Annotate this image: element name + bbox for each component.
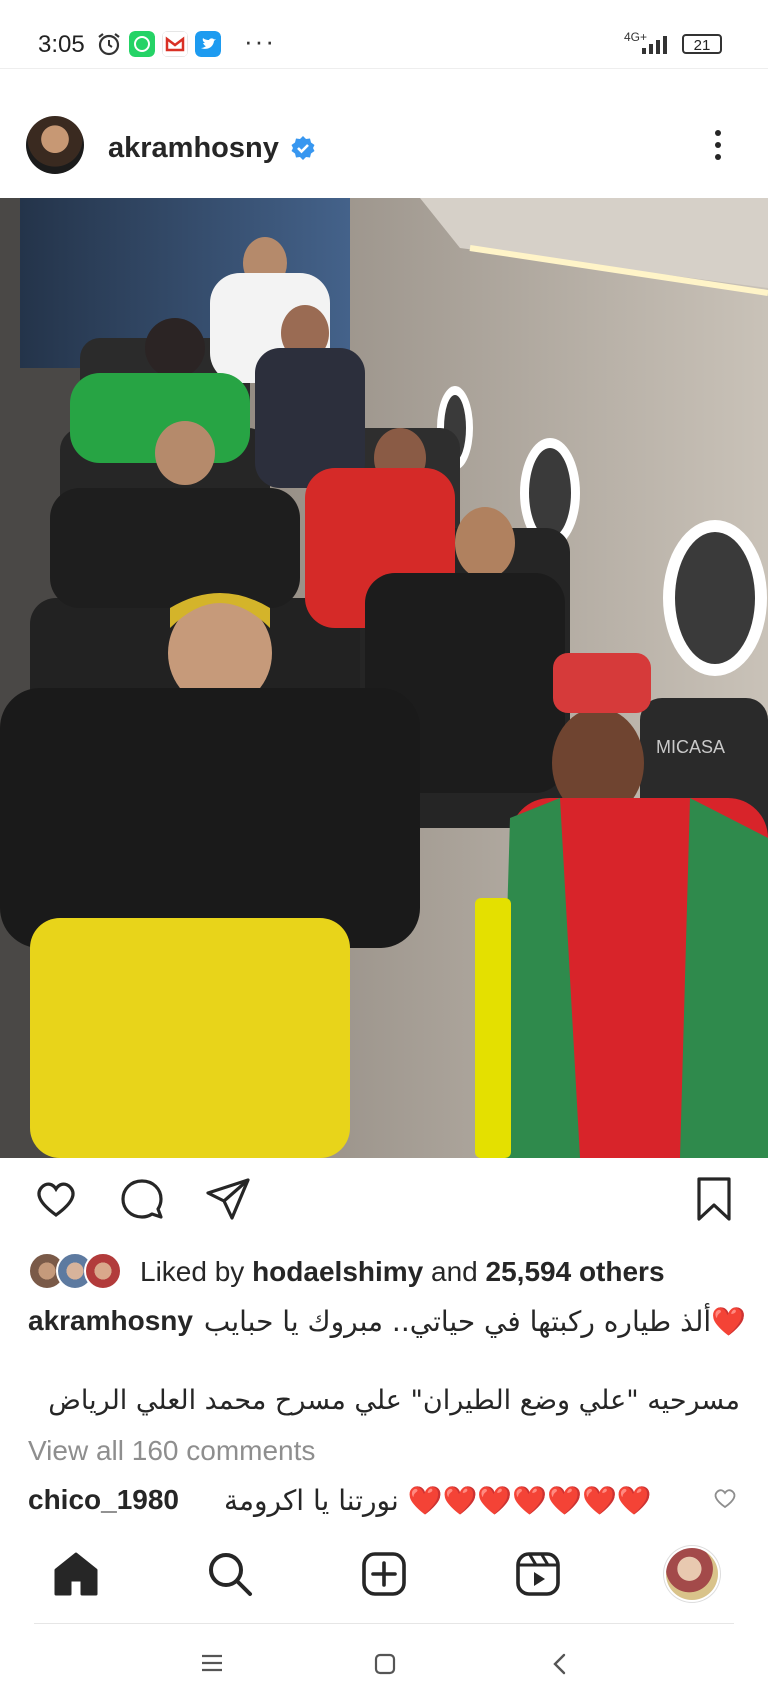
twitter-icon <box>195 31 221 57</box>
gmail-icon <box>162 31 188 57</box>
likes-text: Liked by hodaelshimy and 25,594 others <box>140 1256 665 1288</box>
liker-avatar <box>84 1252 122 1290</box>
comment-row: chico_1980 ❤️❤️❤️❤️❤️❤️❤️ نورتنا يا اكرو… <box>28 1478 738 1522</box>
status-time: 3:05 <box>38 31 85 58</box>
reels-icon[interactable] <box>512 1548 564 1600</box>
likes-middle: and <box>423 1256 486 1287</box>
save-bookmark-icon[interactable] <box>690 1175 738 1223</box>
post-actions <box>0 1175 768 1231</box>
status-bar: 3:05 ··· 4G+ 21 <box>0 0 768 68</box>
likes-count[interactable]: 25,594 others <box>486 1256 665 1287</box>
home-icon[interactable] <box>50 1548 102 1600</box>
nav-separator <box>34 1623 734 1624</box>
share-send-icon[interactable] <box>204 1175 252 1223</box>
more-notifications: ··· <box>244 26 276 56</box>
likes-row[interactable]: Liked by hodaelshimy and 25,594 others <box>28 1252 748 1292</box>
post-header: akramhosny <box>0 110 768 186</box>
caption: akramhosny ❤️ألذ طياره ركبتها في حياتي..… <box>28 1305 746 1345</box>
back-icon[interactable] <box>550 1652 570 1676</box>
caption-text: ❤️ألذ طياره ركبتها في حياتي.. مبروك يا ح… <box>203 1305 746 1338</box>
create-post-icon[interactable] <box>358 1548 410 1600</box>
system-navigation <box>0 1630 768 1707</box>
alarm-icon <box>98 33 120 56</box>
profile-avatar[interactable] <box>666 1548 718 1600</box>
whatsapp-icon <box>129 31 155 57</box>
view-all-comments-link[interactable]: View all 160 comments <box>28 1435 315 1467</box>
brand-text: MICASA <box>656 737 725 757</box>
photo-scene: MICASA <box>0 198 768 1158</box>
menu-icon[interactable] <box>200 1652 224 1674</box>
liker-avatars <box>28 1252 122 1290</box>
signal-icon <box>642 36 667 54</box>
search-icon[interactable] <box>204 1548 256 1600</box>
verified-badge-icon <box>291 136 315 160</box>
post-photo[interactable]: MICASA <box>0 198 768 1158</box>
comment-username[interactable]: chico_1980 <box>28 1484 179 1516</box>
caption-text-line2: مسرحيه "علي وضع الطيران" علي مسرح محمد ا… <box>48 1385 740 1416</box>
liker-username[interactable]: hodaelshimy <box>252 1256 423 1287</box>
home-square-icon[interactable] <box>373 1652 397 1676</box>
battery-indicator: 21 <box>682 34 722 54</box>
status-divider <box>0 68 768 69</box>
like-heart-icon[interactable] <box>32 1175 80 1223</box>
caption-username[interactable]: akramhosny <box>28 1305 193 1337</box>
comment-text: ❤️❤️❤️❤️❤️❤️❤️ نورتنا يا اكرومة <box>224 1484 652 1517</box>
more-options-icon[interactable] <box>712 130 724 166</box>
post-username[interactable]: akramhosny <box>108 132 279 165</box>
avatar[interactable] <box>26 116 84 174</box>
bottom-navigation <box>0 1540 768 1618</box>
comment-like-heart-icon[interactable] <box>712 1486 738 1510</box>
comment-icon[interactable] <box>118 1175 166 1223</box>
likes-prefix: Liked by <box>140 1256 253 1287</box>
